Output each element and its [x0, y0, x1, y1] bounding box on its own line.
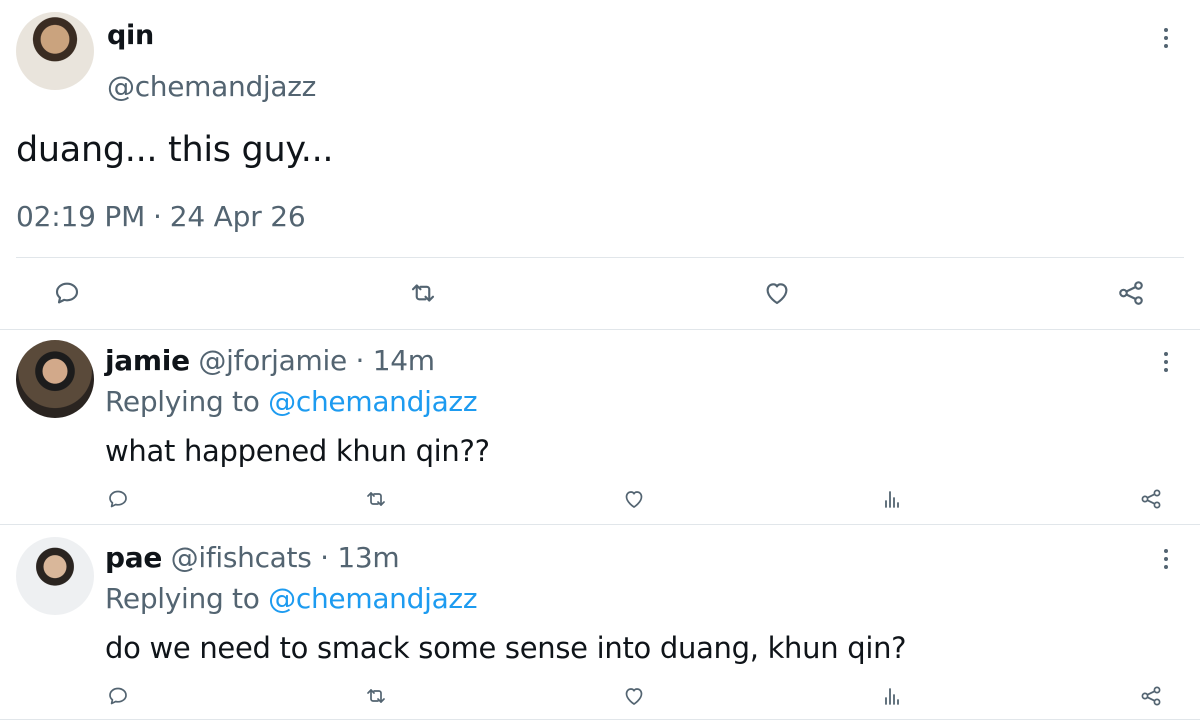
- tweet-time: 02:19 PM: [16, 200, 146, 233]
- share-icon: [1141, 686, 1161, 706]
- share-button[interactable]: [1137, 485, 1165, 513]
- comment-button[interactable]: [104, 485, 132, 513]
- retweet-icon: [367, 689, 385, 703]
- share-button[interactable]: [1114, 276, 1148, 310]
- author-name[interactable]: pae: [105, 541, 162, 574]
- analytics-icon: [885, 491, 899, 508]
- like-button[interactable]: [620, 682, 648, 710]
- reply-tweet[interactable]: jamie @jforjamie · 14m Replying to @chem…: [0, 330, 1200, 527]
- reply-text: what happened khun qin??: [105, 434, 490, 468]
- more-options-icon[interactable]: [1154, 547, 1178, 571]
- meta-separator: ·: [320, 541, 329, 574]
- mention-link[interactable]: @chemandjazz: [268, 385, 477, 418]
- reply-text: do we need to smack some sense into duan…: [105, 631, 907, 665]
- meta-separator: ·: [153, 200, 162, 233]
- main-tweet: qin @chemandjazz duang... this guy... 02…: [0, 0, 1200, 330]
- retweet-button[interactable]: [362, 485, 390, 513]
- author-handle[interactable]: @chemandjazz: [107, 70, 316, 103]
- comment-icon: [109, 687, 127, 705]
- reply-time[interactable]: 14m: [373, 344, 435, 377]
- author-handle[interactable]: @ifishcats: [171, 541, 312, 574]
- comment-icon: [55, 282, 79, 304]
- replying-to: Replying to @chemandjazz: [105, 582, 478, 615]
- author-name[interactable]: jamie: [105, 344, 190, 377]
- like-button[interactable]: [620, 485, 648, 513]
- retweet-icon: [411, 284, 435, 302]
- more-options-icon[interactable]: [1154, 26, 1178, 50]
- meta-separator: ·: [355, 344, 365, 377]
- retweet-button[interactable]: [362, 682, 390, 710]
- more-options-icon[interactable]: [1154, 350, 1178, 374]
- retweet-icon: [367, 492, 385, 506]
- avatar[interactable]: [16, 537, 94, 615]
- replying-to: Replying to @chemandjazz: [105, 385, 478, 418]
- reply-tweet[interactable]: pae @ifishcats · 13m Replying to @cheman…: [0, 527, 1200, 723]
- replying-prefix: Replying to: [105, 385, 260, 418]
- analytics-icon: [885, 688, 899, 705]
- author-name[interactable]: qin: [107, 20, 154, 51]
- comment-button[interactable]: [50, 276, 84, 310]
- reply-header: jamie @jforjamie · 14m: [105, 344, 435, 377]
- avatar[interactable]: [16, 340, 94, 418]
- like-icon: [625, 491, 643, 508]
- share-button[interactable]: [1137, 682, 1165, 710]
- author-handle[interactable]: @jforjamie: [198, 344, 347, 377]
- tweet-timestamp: 02:19 PM · 24 Apr 26: [16, 200, 306, 233]
- share-icon: [1119, 281, 1143, 305]
- share-icon: [1141, 489, 1161, 509]
- comment-button[interactable]: [104, 682, 132, 710]
- comment-icon: [109, 490, 127, 508]
- replying-prefix: Replying to: [105, 582, 260, 615]
- avatar[interactable]: [16, 12, 94, 90]
- tweet-date[interactable]: 24 Apr 26: [170, 200, 306, 233]
- divider: [0, 524, 1200, 525]
- like-button[interactable]: [760, 276, 794, 310]
- like-icon: [625, 688, 643, 705]
- divider: [0, 719, 1200, 720]
- retweet-button[interactable]: [406, 276, 440, 310]
- mention-link[interactable]: @chemandjazz: [268, 582, 477, 615]
- reply-header: pae @ifishcats · 13m: [105, 541, 400, 574]
- analytics-button[interactable]: [878, 485, 906, 513]
- analytics-button[interactable]: [878, 682, 906, 710]
- divider: [16, 257, 1184, 258]
- tweet-text: duang... this guy...: [16, 130, 334, 170]
- reply-time[interactable]: 13m: [337, 541, 399, 574]
- like-icon: [766, 283, 788, 305]
